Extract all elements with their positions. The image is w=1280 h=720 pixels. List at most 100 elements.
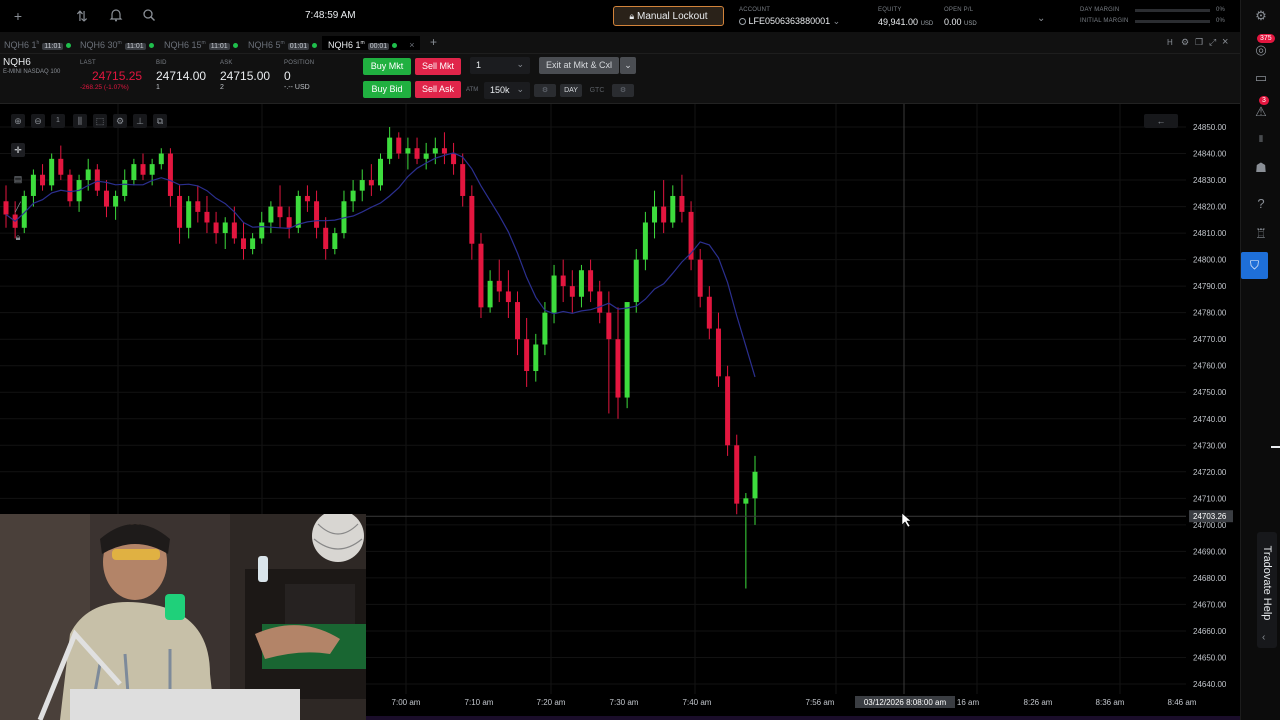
buy-bid-button[interactable]: Buy Bid (363, 81, 411, 98)
ask-label: ASK (220, 60, 233, 66)
tab-nqh6-30m[interactable]: NQH6 30m 11:01 (80, 36, 154, 50)
y-axis-tick-label: 24850.00 (1193, 123, 1227, 132)
notes-icon[interactable]: ▤ (11, 172, 25, 186)
clock-time: 7:48:59 AM (305, 10, 356, 21)
tradovate-help-tab[interactable]: Tradovate Help ‹ (1257, 532, 1277, 648)
gear-icon[interactable]: ⚙︎ (1181, 37, 1189, 48)
candle-body (460, 164, 466, 196)
globe-icon[interactable]: ◎ (1241, 42, 1280, 58)
candle-body (387, 137, 393, 159)
account-circle-icon (739, 18, 746, 25)
atm-settings-icon[interactable]: ⚙︎ (534, 84, 556, 97)
alerts-badge: 3 (1259, 96, 1269, 105)
search-icon[interactable] (141, 8, 157, 25)
right-rail: ⚙︎ ◎ 375 ▭ ⚠︎ 3 ⦀ ☗ ? ♖ ⛉ Tradovate Help… (1240, 0, 1280, 720)
candle-body (405, 148, 411, 154)
zoom-in-icon[interactable]: ⊕ (11, 114, 25, 128)
manual-lockout-button[interactable]: 🔒︎ Manual Lockout (613, 6, 724, 26)
candle-body (706, 296, 712, 329)
candle-body (423, 153, 429, 159)
columns-icon[interactable]: ⦀ (1241, 134, 1280, 145)
expand-icon[interactable]: ⤢ (1209, 37, 1216, 48)
sliders-icon[interactable]: ⚙︎ (1241, 8, 1280, 24)
y-axis-tick-label: 24760.00 (1193, 362, 1227, 371)
candle-body (524, 339, 530, 372)
x-axis-tick-label: 8:46 am (1168, 698, 1197, 707)
account-select[interactable]: LFE0506363880001 ⌄ (739, 16, 854, 27)
tab-nqh6-15m[interactable]: NQH6 15m 11:01 (164, 36, 238, 50)
candle-body (58, 158, 64, 175)
templates-icon[interactable]: ⧉ (153, 114, 167, 128)
chart-type-icon[interactable]: ⫼ (73, 114, 87, 128)
chevron-down-icon: ⌄ (516, 84, 524, 94)
sell-mkt-button[interactable]: Sell Mkt (415, 58, 461, 75)
help-circle-icon[interactable]: ? (1241, 196, 1280, 211)
zoom-out-icon[interactable]: ⊖ (31, 114, 45, 128)
chart-settings-icon[interactable]: ⚙︎ (113, 114, 127, 128)
tab-nqh6-5m[interactable]: NQH6 5m 01:01 (248, 36, 318, 50)
add-tab-icon[interactable]: + (430, 36, 437, 49)
candle-body (414, 148, 420, 159)
chevron-down-icon: ⌄ (516, 59, 524, 69)
bell-icon[interactable] (108, 8, 124, 25)
candle-body (195, 201, 201, 212)
tab-nqh6-1m[interactable]: NQH6 1m 00:01 × (322, 36, 421, 50)
lock-icon[interactable]: 🔒︎ (11, 230, 25, 244)
x-axis-tick-label: 8:26 am (1024, 698, 1053, 707)
y-axis-tick-label: 24810.00 (1193, 229, 1227, 238)
trophy-icon[interactable]: ♖ (1241, 226, 1280, 242)
notifications-badge: 375 (1257, 34, 1275, 43)
y-axis-tick-label: 24780.00 (1193, 309, 1227, 318)
candle-body (588, 270, 594, 292)
tif-gtc-button[interactable]: GTC (586, 84, 608, 97)
equity-value: 49,941.00 USD (878, 17, 934, 27)
candle-body (715, 328, 721, 377)
select-area-icon[interactable]: ⬚ (93, 114, 107, 128)
atm-select[interactable]: 150k ⌄ (484, 82, 530, 99)
chevron-down-icon[interactable]: ⌄ (1037, 13, 1045, 24)
x-axis-tick-label: 16 am (957, 698, 980, 707)
candle-body (332, 233, 338, 250)
tif-day-button[interactable]: DAY (560, 84, 582, 97)
header-icon[interactable]: H (1167, 38, 1173, 47)
ask-size: 2 (220, 84, 224, 91)
order-settings-icon[interactable]: ⚙︎ (612, 84, 634, 97)
y-axis-tick-label: 24830.00 (1193, 176, 1227, 185)
close-window-icon[interactable]: × (1222, 36, 1228, 48)
candle-body (304, 195, 310, 202)
candle-body (40, 174, 46, 186)
initial-margin-bar (1135, 20, 1210, 23)
alert-icon[interactable]: ⚠︎ (1241, 104, 1280, 120)
exit-dropdown-chevron-icon[interactable]: ⌄ (620, 57, 636, 74)
candle-body (533, 344, 539, 372)
candle-body (697, 259, 703, 297)
candle-body (451, 153, 457, 165)
crosshair-icon[interactable]: ✛ (11, 143, 25, 157)
x-axis-tick-label: 8:36 am (1096, 698, 1125, 707)
bid-price: 24714.00 (156, 69, 207, 83)
x-axis-tick-label: 7:56 am (806, 698, 835, 707)
back-arrow-icon[interactable]: ← (1144, 114, 1178, 128)
timeframe-icon[interactable]: 1 (51, 114, 65, 128)
exit-at-mkt-button[interactable]: Exit at Mkt & Cxl (539, 57, 619, 74)
transfer-arrows-icon[interactable]: ⇅ (74, 8, 90, 24)
symbol-name[interactable]: NQH6 (3, 57, 31, 68)
candle-body (277, 206, 283, 218)
y-axis-tick-label: 24750.00 (1193, 388, 1227, 397)
buy-mkt-button[interactable]: Buy Mkt (363, 58, 411, 75)
symbol-description: E-MINI NASDAQ 100 (3, 69, 61, 75)
close-icon[interactable]: × (409, 40, 414, 50)
indicators-icon[interactable]: ⊥ (133, 114, 147, 128)
add-icon[interactable]: + (10, 8, 26, 24)
last-price: 24715.25 (92, 69, 143, 83)
candle-body (323, 227, 329, 250)
candle-body (131, 164, 137, 181)
sell-ask-button[interactable]: Sell Ask (415, 81, 461, 98)
quantity-select[interactable]: 1 ⌄ (470, 57, 530, 74)
shield-icon[interactable]: ⛉ (1241, 252, 1268, 279)
chat-icon[interactable]: ▭ (1241, 70, 1280, 86)
tab-nqh6-1h[interactable]: NQH6 1h 11:01 (4, 36, 72, 50)
restore-window-icon[interactable]: ❐ (1195, 37, 1203, 48)
community-icon[interactable]: ☗ (1241, 160, 1280, 176)
draw-line-icon[interactable]: ╱ (11, 200, 25, 214)
